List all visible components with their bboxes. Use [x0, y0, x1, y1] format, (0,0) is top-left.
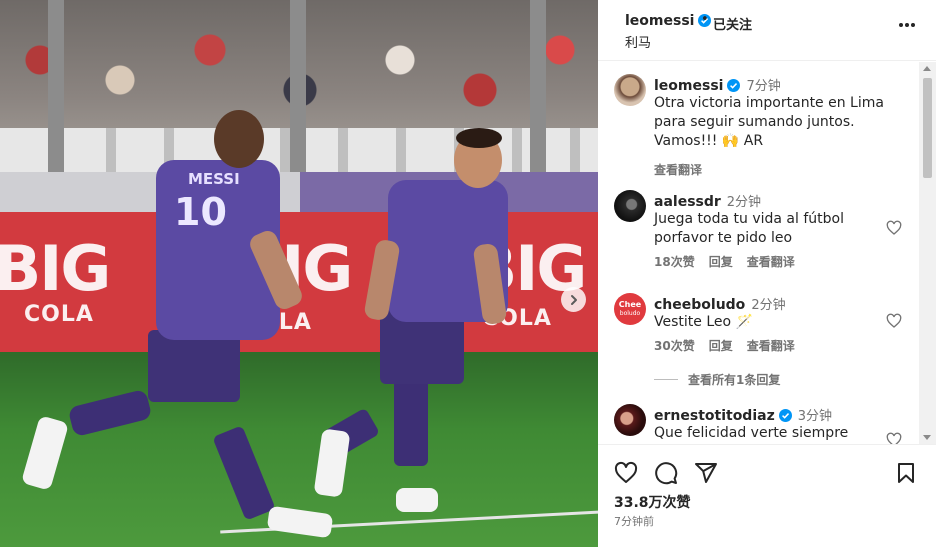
- comment-username[interactable]: aalessdr: [654, 194, 721, 210]
- comment-username[interactable]: cheeboludo: [654, 297, 745, 313]
- scroll-up-arrow[interactable]: [923, 66, 931, 71]
- avatar[interactable]: [614, 404, 646, 436]
- ad-text: COLA: [24, 302, 94, 327]
- comment-time: 3分钟: [797, 409, 833, 424]
- scroll-down-arrow[interactable]: [923, 435, 931, 440]
- post-caption: leomessi 7分钟 Otra victoria importante en …: [598, 72, 936, 177]
- ad-text: BIG: [0, 232, 111, 305]
- comments-list[interactable]: leomessi 7分钟 Otra victoria importante en …: [598, 62, 936, 444]
- comment-likes[interactable]: 18次赞: [654, 255, 695, 269]
- header-separator: •: [701, 12, 709, 27]
- stadium-pillar: [48, 0, 64, 172]
- comment-username[interactable]: ernestotitodiaz: [654, 408, 775, 424]
- post-actions: 33.8万次赞 7分钟前: [598, 444, 936, 547]
- comment-text: Vestite Leo 🪄: [654, 314, 753, 330]
- avatar[interactable]: Chee boludo: [614, 293, 646, 325]
- heart-icon[interactable]: [886, 220, 902, 236]
- follow-status-button[interactable]: 已关注: [713, 14, 752, 33]
- scroll-thumb[interactable]: [923, 78, 932, 178]
- comment-icon[interactable]: [654, 461, 678, 485]
- jersey-name: MESSI: [188, 170, 240, 188]
- post-media[interactable]: BIG COLA BIG COLA BIG COLA MESSI 10: [0, 0, 598, 547]
- comment-time: 2分钟: [726, 195, 762, 210]
- stadium-pillar: [290, 0, 306, 172]
- post-side-panel: leomessi • 已关注 利马 leomessi 7分钟 Otra victo…: [598, 0, 936, 547]
- likes-count[interactable]: 33.8万次赞: [614, 492, 691, 512]
- comment-likes[interactable]: 30次赞: [654, 339, 695, 353]
- jersey-number: 10: [174, 190, 227, 234]
- header-username[interactable]: leomessi: [625, 13, 712, 29]
- comment-item: Chee boludo cheeboludo 2分钟 Vestite Leo 🪄 …: [598, 291, 936, 391]
- next-media-button[interactable]: [561, 287, 586, 312]
- comments-scrollbar[interactable]: [919, 62, 936, 444]
- bookmark-icon[interactable]: [894, 461, 918, 485]
- verified-icon: [727, 79, 741, 92]
- heart-icon[interactable]: [614, 461, 638, 485]
- more-icon[interactable]: [898, 22, 916, 28]
- heart-icon[interactable]: [886, 313, 902, 329]
- divider-line: [654, 379, 678, 380]
- translate-link[interactable]: 查看翻译: [747, 339, 795, 353]
- verified-icon: [778, 409, 792, 422]
- chevron-right-icon: [570, 294, 577, 305]
- post-timestamp: 7分钟前: [614, 515, 654, 528]
- translate-link[interactable]: 查看翻译: [654, 163, 702, 177]
- translate-link[interactable]: 查看翻译: [747, 255, 795, 269]
- caption-username[interactable]: leomessi: [654, 78, 723, 94]
- caption-time: 7分钟: [746, 79, 781, 94]
- comment-text: Juega toda tu vida al fútbol porfavor te…: [654, 211, 844, 246]
- comment-item: aalessdr 2分钟 Juega toda tu vida al fútbol…: [598, 188, 936, 269]
- reply-button[interactable]: 回复: [709, 339, 733, 353]
- comment-time: 2分钟: [751, 298, 786, 313]
- stadium-pillar: [530, 0, 546, 172]
- comment-item: ernestotitodiaz 3分钟 Que felicidad verte s…: [598, 402, 936, 444]
- view-replies-button[interactable]: 查看所有1条回复: [654, 371, 780, 388]
- caption-text: Otra victoria importante en Lima para se…: [654, 95, 884, 149]
- heart-icon[interactable]: [886, 432, 902, 444]
- post-location[interactable]: 利马: [625, 32, 651, 51]
- comment-text: Que felicidad verte siempre: [654, 425, 849, 441]
- avatar[interactable]: [614, 74, 646, 106]
- avatar[interactable]: [614, 190, 646, 222]
- reply-button[interactable]: 回复: [709, 255, 733, 269]
- post-header: leomessi • 已关注 利马: [598, 0, 936, 61]
- share-icon[interactable]: [694, 461, 718, 485]
